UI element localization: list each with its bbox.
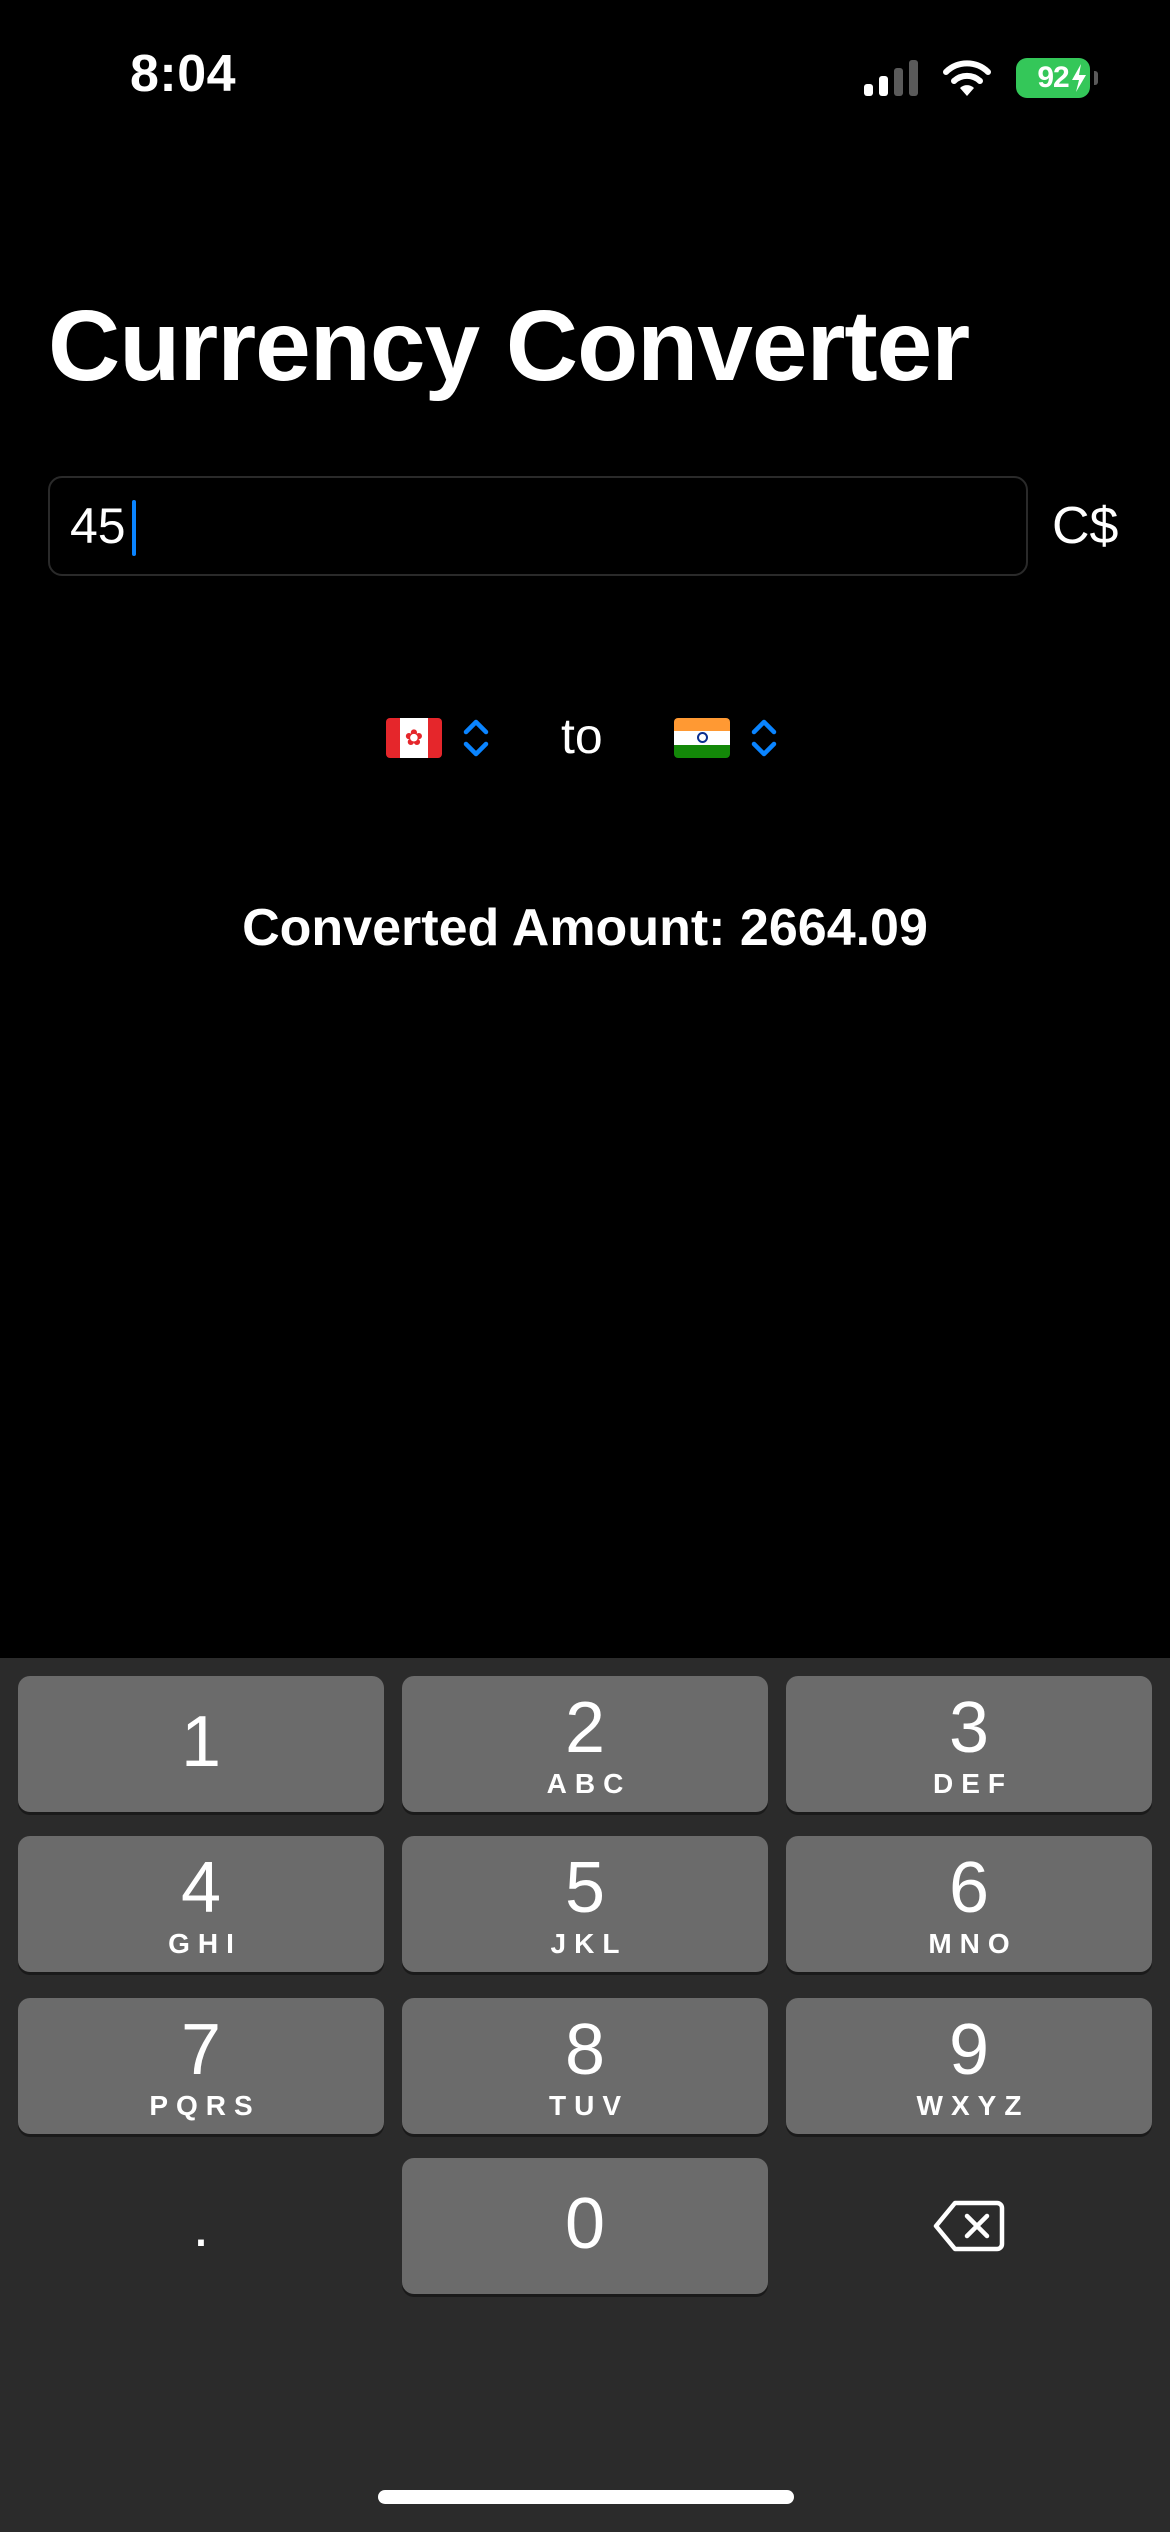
wifi-icon	[943, 60, 991, 96]
canada-flag-icon: ✿	[386, 718, 442, 758]
battery-percent: 92	[1037, 61, 1069, 94]
delete-key[interactable]	[786, 2158, 1152, 2294]
to-currency-picker[interactable]	[674, 708, 780, 768]
key-letters: JKL	[550, 1928, 628, 1959]
key-letters: PQRS	[149, 2090, 261, 2121]
key-digit: 6	[948, 1848, 990, 1928]
key-decimal-label: .	[192, 2192, 210, 2259]
key-6[interactable]: 6 MNO	[786, 1836, 1152, 1972]
decimal-key[interactable]: .	[18, 2158, 384, 2294]
cellular-signal-icon	[864, 60, 918, 96]
key-digit: 2	[564, 1688, 606, 1768]
key-2[interactable]: 2 ABC	[402, 1676, 768, 1812]
key-letters: MNO	[928, 1928, 1018, 1959]
chevron-up-down-icon	[463, 719, 489, 757]
key-7[interactable]: 7 PQRS	[18, 1998, 384, 2134]
status-time: 8:04	[130, 45, 237, 103]
india-flag-icon	[674, 718, 730, 758]
key-letters: ABC	[546, 1768, 632, 1799]
key-letters: DEF	[933, 1768, 1013, 1799]
key-digit: 1	[180, 1702, 222, 1782]
status-bar: 8:04 92	[0, 0, 1170, 150]
key-letters: GHI	[168, 1928, 242, 1959]
currency-symbol: C$	[1052, 497, 1119, 555]
from-currency-picker[interactable]: ✿	[386, 708, 492, 768]
key-digit: 5	[564, 1848, 606, 1928]
key-4[interactable]: 4 GHI	[18, 1836, 384, 1972]
chevron-up-down-icon	[751, 719, 777, 757]
key-9[interactable]: 9 WXYZ	[786, 1998, 1152, 2134]
numeric-keypad: 1 2 ABC 3 DEF 4 GHI 5 JKL 6 MNO 7 PQRS 8…	[0, 1658, 1170, 2532]
to-label: to	[561, 708, 603, 764]
key-letters: TUV	[549, 2090, 629, 2121]
converted-amount: Converted Amount: 2664.09	[242, 899, 928, 957]
key-8[interactable]: 8 TUV	[402, 1998, 768, 2134]
home-indicator	[378, 2490, 794, 2504]
delete-backspace-icon	[933, 2200, 1005, 2252]
key-3[interactable]: 3 DEF	[786, 1676, 1152, 1812]
charging-bolt-icon	[1072, 64, 1086, 92]
key-1[interactable]: 1	[18, 1676, 384, 1812]
status-icons: 92	[864, 56, 1098, 100]
amount-input[interactable]	[70, 478, 970, 574]
battery-icon: 92	[1016, 58, 1098, 98]
key-digit: 0	[564, 2184, 606, 2264]
key-digit: 8	[564, 2010, 606, 2090]
key-0[interactable]: 0	[402, 2158, 768, 2294]
key-letters: WXYZ	[916, 2090, 1030, 2121]
key-digit: 3	[948, 1688, 990, 1768]
amount-field[interactable]	[48, 476, 1028, 576]
text-cursor	[132, 500, 136, 556]
key-digit: 7	[180, 2010, 222, 2090]
page-title: Currency Converter	[48, 290, 970, 402]
key-digit: 9	[948, 2010, 990, 2090]
key-digit: 4	[180, 1848, 222, 1928]
key-5[interactable]: 5 JKL	[402, 1836, 768, 1972]
